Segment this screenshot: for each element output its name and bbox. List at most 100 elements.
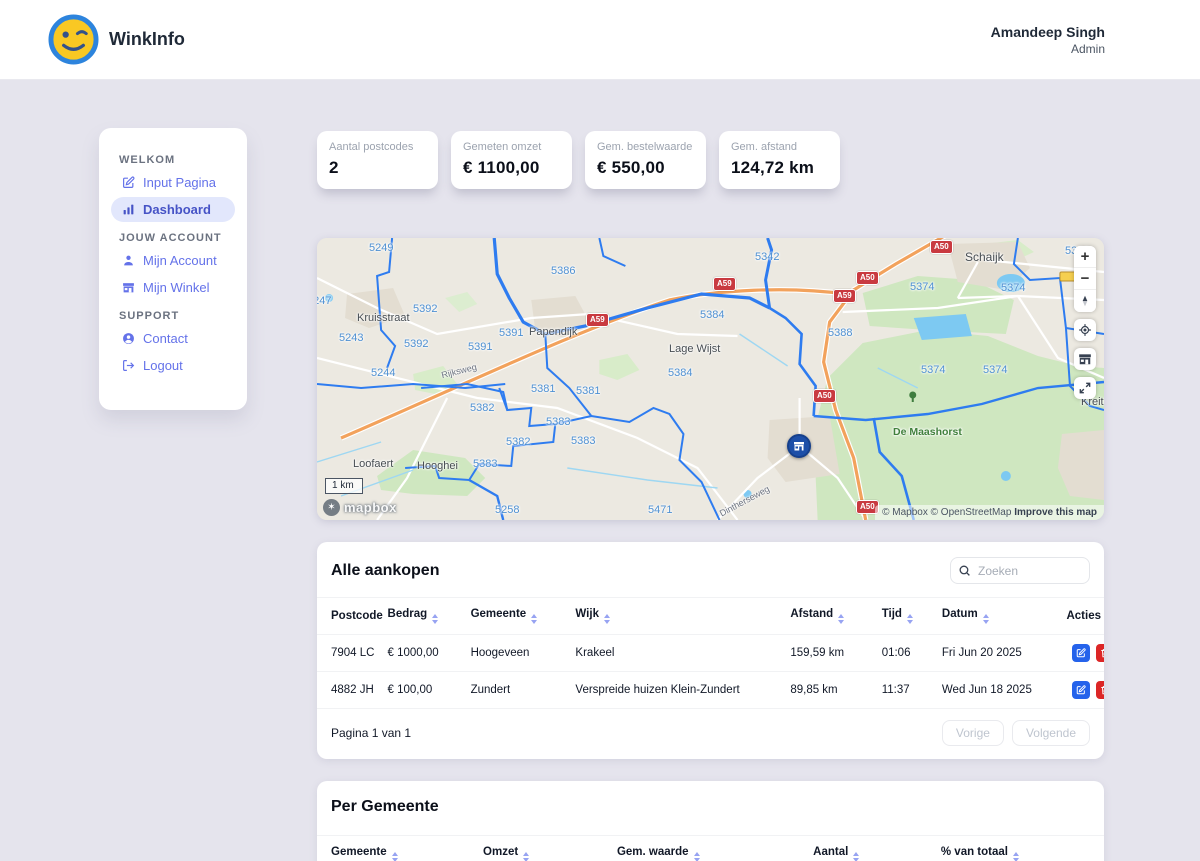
col-bedrag[interactable]: Bedrag [386,598,469,635]
col-postcode: Postcode [317,598,386,635]
map-postcode-label: 5244 [371,367,395,379]
map-postcode-label: 5392 [413,303,437,315]
store-layer-icon[interactable] [1074,348,1096,370]
logout-icon [122,359,135,372]
sidebar-section-account: JOUW ACCOUNT [119,232,227,244]
search-input[interactable] [950,557,1090,584]
sort-icon [838,614,844,624]
map-postcode-label: 5374 [921,364,945,376]
map-scale: 1 km [325,478,363,494]
sort-icon [907,614,913,624]
sidebar-item-label: Dashboard [143,202,211,217]
mapbox-logo[interactable]: ✶ mapbox [323,499,397,516]
col-omzet[interactable]: Omzet [481,836,615,861]
col-gem-waarde[interactable]: Gem. waarde [615,836,811,861]
sort-icon [531,614,537,624]
map-postcode-label: 5384 [668,367,692,379]
stat-label: Gem. afstand [731,141,828,153]
map-postcode-label: 5342 [755,251,779,263]
col-wijk[interactable]: Wijk [573,598,788,635]
col-afstand[interactable]: Afstand [788,598,879,635]
stat-card-afstand: Gem. afstand 124,72 km [719,131,840,189]
sort-icon [432,614,438,624]
road-shield: A59 [713,277,736,291]
stat-label: Aantal postcodes [329,141,426,153]
app-header: WinkInfo Amandeep Singh Admin [0,0,1200,79]
stat-value: 124,72 km [731,158,828,178]
zoom-out-button[interactable]: − [1074,268,1096,290]
map-postcode-label: 5384 [700,309,724,321]
sidebar-item-mijn-account[interactable]: Mijn Account [111,248,235,273]
sort-icon [694,852,700,861]
zoom-in-button[interactable]: + [1074,246,1096,268]
sidebar-item-contact[interactable]: Contact [111,326,235,351]
map-postcode-label: 5258 [495,504,519,516]
sidebar-item-label: Mijn Winkel [143,280,209,295]
attribution-mapbox[interactable]: © Mapbox [882,507,928,518]
delete-button[interactable] [1096,681,1104,699]
col-gemeente[interactable]: Gemeente [317,836,481,861]
previous-page-button[interactable]: Vorige [942,720,1004,746]
map-postcode-label: 5374 [910,281,934,293]
sidebar-item-mijn-winkel[interactable]: Mijn Winkel [111,275,235,300]
sidebar-item-dashboard[interactable]: Dashboard [111,197,235,222]
brand: WinkInfo [48,14,185,65]
compass-icon[interactable] [1074,290,1096,312]
delete-button[interactable] [1096,644,1104,662]
edit-button[interactable] [1072,644,1090,662]
fullscreen-icon[interactable] [1074,377,1096,399]
sidebar-item-label: Input Pagina [143,175,216,190]
sort-icon [983,614,989,624]
purchases-table: Postcode Bedrag Gemeente Wijk Afstand Ti… [317,597,1104,709]
stat-card-omzet: Gemeten omzet € 1100,00 [451,131,572,189]
app-title: WinkInfo [109,29,185,50]
col-tijd[interactable]: Tijd [880,598,940,635]
geolocate-icon[interactable] [1074,319,1096,341]
map-postcode-label: 5392 [404,338,428,350]
col-acties: Acties [1064,598,1104,635]
stat-card-postcodes: Aantal postcodes 2 [317,131,438,189]
col-datum[interactable]: Datum [940,598,1065,635]
winkinfo-logo-icon [48,14,99,65]
sidebar-item-input-pagina[interactable]: Input Pagina [111,170,235,195]
col-percentage[interactable]: % van totaal [939,836,1104,861]
stat-label: Gemeten omzet [463,141,560,153]
map-controls: + − [1074,246,1096,399]
road-shield: A50 [930,240,953,254]
bar-chart-icon [122,203,135,216]
cell-gemeente: Zundert [469,672,574,709]
attribution-osm[interactable]: © OpenStreetMap [931,507,1012,518]
stat-value: € 1100,00 [463,158,560,178]
map-postcode-label: 5388 [828,327,852,339]
store-marker[interactable] [787,434,811,458]
cell-afstand: 159,59 km [788,635,879,672]
map-postcode-label: 5386 [551,265,575,277]
edit-button[interactable] [1072,681,1090,699]
stat-label: Gem. bestelwaarde [597,141,694,153]
sort-icon [392,852,398,861]
cell-datum: Wed Jun 18 2025 [940,672,1065,709]
cell-bedrag: € 1000,00 [386,635,469,672]
next-page-button[interactable]: Volgende [1012,720,1090,746]
sidebar: WELKOM Input Pagina Dashboard JOUW ACCOU… [99,128,247,410]
pagination: Pagina 1 van 1 Vorige Volgende [317,709,1104,759]
gemeente-table: Gemeente Omzet Gem. waarde Aantal % van … [317,835,1104,861]
map-postcode-label: 5249 [369,242,393,254]
attribution-improve-link[interactable]: Improve this map [1014,507,1097,518]
user-role: Admin [991,42,1105,56]
sidebar-item-label: Contact [143,331,188,346]
cell-postcode: 7904 LC [317,635,386,672]
map-postcode-label: 5382 [470,402,494,414]
map-place-label: Schaijk [965,250,1004,264]
support-icon [122,332,135,345]
map-postcode-label: 5381 [531,383,555,395]
road-shield: A59 [586,313,609,327]
col-gemeente[interactable]: Gemeente [469,598,574,635]
gemeente-title: Per Gemeente [331,798,439,816]
map-place-label: Kruisstraat [357,312,410,324]
sidebar-item-logout[interactable]: Logout [111,353,235,378]
col-aantal[interactable]: Aantal [811,836,939,861]
map-canvas[interactable]: 5249538653435342524753925243539253915391… [317,238,1104,520]
sidebar-section-support: SUPPORT [119,310,227,322]
map-postcode-label: 5383 [571,435,595,447]
